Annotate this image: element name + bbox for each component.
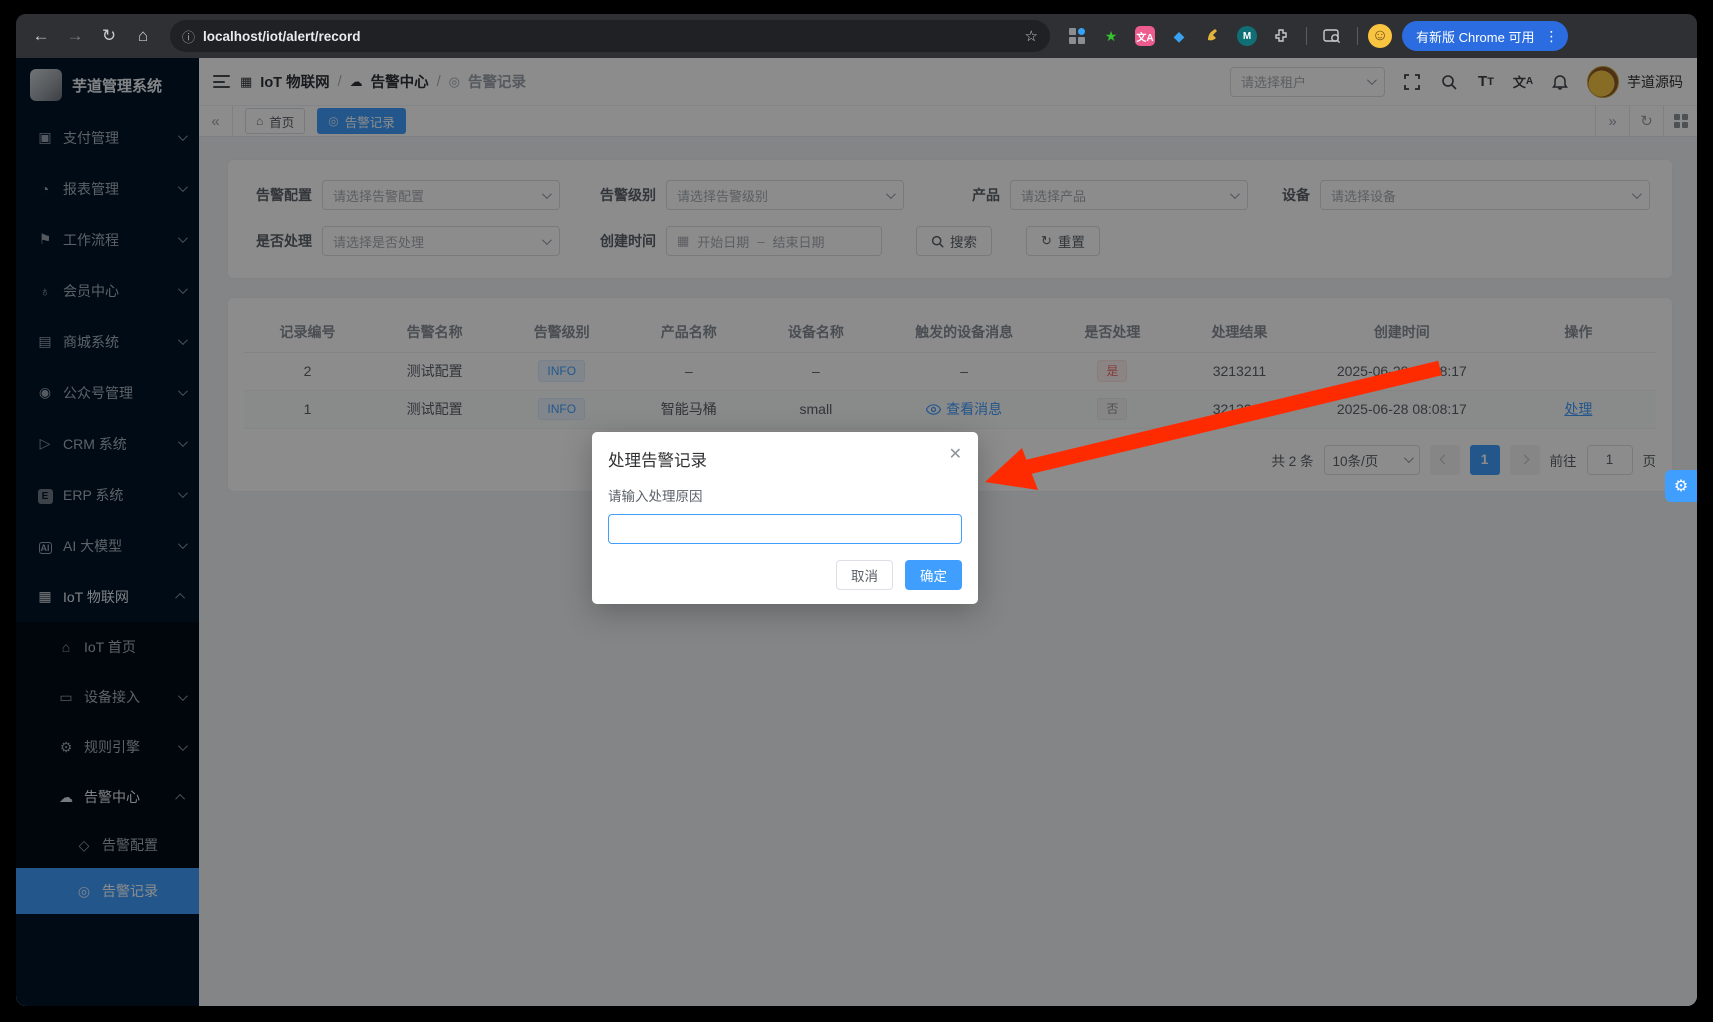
extension-m-icon[interactable]: M bbox=[1234, 23, 1260, 49]
toolbar-divider bbox=[1306, 27, 1307, 45]
handle-alert-dialog: 处理告警记录 ✕ 请输入处理原因 取消 确定 bbox=[592, 432, 978, 604]
chrome-update-button[interactable]: 有新版 Chrome 可用 ⋮ bbox=[1402, 21, 1568, 51]
address-bar[interactable]: ⓘ localhost/iot/alert/record ☆ bbox=[170, 20, 1050, 52]
cancel-button[interactable]: 取消 bbox=[836, 560, 893, 590]
extensions-puzzle-icon[interactable] bbox=[1268, 23, 1294, 49]
dialog-prompt: 请输入处理原因 bbox=[608, 485, 962, 505]
confirm-button[interactable]: 确定 bbox=[905, 560, 962, 590]
browser-toolbar: ← → ↻ ⌂ ⓘ localhost/iot/alert/record ☆ ★… bbox=[16, 14, 1697, 58]
app-root: 芋道管理系统 ▣ 支付管理 ◔ 报表管理 ⚑ 工作流程 ♁ 会员中心 bbox=[16, 58, 1697, 1006]
extension-translate-icon[interactable]: 文A bbox=[1132, 23, 1158, 49]
dialog-title: 处理告警记录 bbox=[608, 447, 707, 471]
extension-grid-icon[interactable] bbox=[1064, 23, 1090, 49]
url-text: localhost/iot/alert/record bbox=[203, 29, 1017, 44]
extension-star-icon[interactable]: ★ bbox=[1098, 23, 1124, 49]
reload-icon[interactable]: ↻ bbox=[94, 21, 124, 51]
extension-broom-icon[interactable] bbox=[1200, 23, 1226, 49]
extension-gem-icon[interactable]: ◆ bbox=[1166, 23, 1192, 49]
bookmark-star-icon[interactable]: ☆ bbox=[1025, 27, 1038, 45]
browser-menu-icon[interactable]: ⋮ bbox=[1540, 28, 1562, 45]
toolbar-divider bbox=[1357, 27, 1358, 45]
tab-search-icon[interactable] bbox=[1319, 23, 1345, 49]
browser-window: ← → ↻ ⌂ ⓘ localhost/iot/alert/record ☆ ★… bbox=[16, 14, 1697, 1006]
home-icon[interactable]: ⌂ bbox=[128, 21, 158, 51]
site-info-icon[interactable]: ⓘ bbox=[182, 27, 195, 46]
forward-icon[interactable]: → bbox=[60, 21, 90, 51]
profile-avatar-icon[interactable]: ☺ bbox=[1368, 24, 1392, 48]
handle-reason-input[interactable] bbox=[608, 514, 962, 544]
close-icon[interactable]: ✕ bbox=[949, 447, 962, 463]
gear-icon: ⚙ bbox=[1674, 476, 1688, 496]
settings-gear-button[interactable]: ⚙ bbox=[1665, 470, 1697, 502]
back-icon[interactable]: ← bbox=[26, 21, 56, 51]
